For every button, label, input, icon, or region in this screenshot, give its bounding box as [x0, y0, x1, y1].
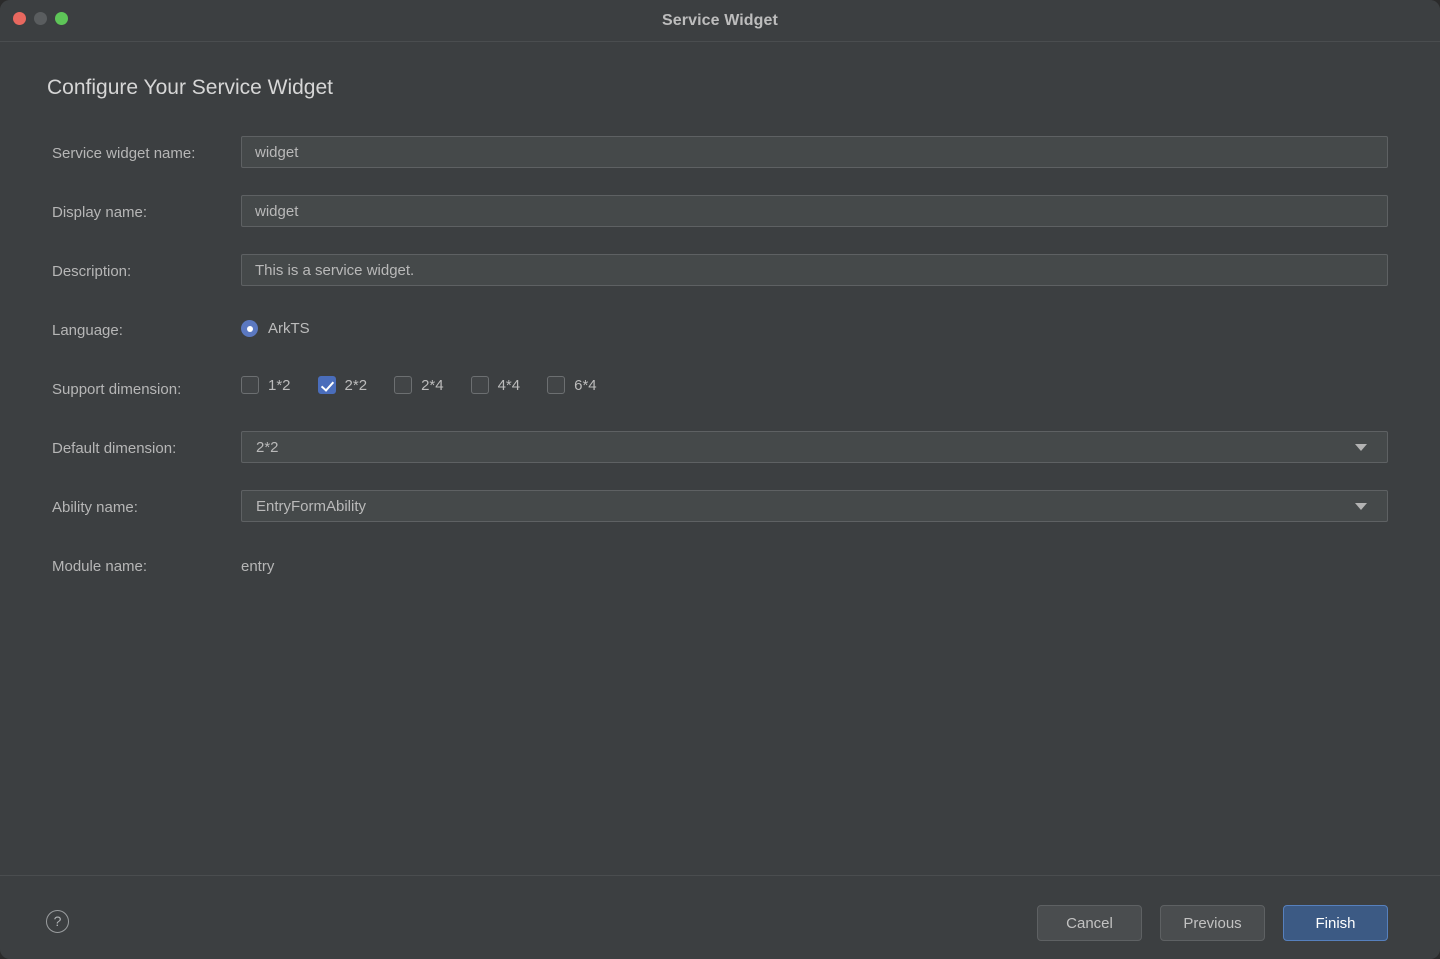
row-support-dimension: Support dimension: 1*2 2*2 2*4 4*4 6*4: [0, 365, 1440, 424]
cancel-button[interactable]: Cancel: [1037, 905, 1142, 941]
description-input[interactable]: [241, 254, 1388, 286]
checkbox-label-4x4: 4*4: [497, 376, 521, 394]
label-support-dimension: Support dimension:: [52, 381, 182, 398]
close-window-button[interactable]: [13, 12, 26, 25]
checkbox-1x2[interactable]: [241, 376, 259, 394]
checkbox-label-2x2: 2*2: [344, 376, 368, 394]
field-service-widget-name: [241, 136, 1388, 168]
minimize-window-button[interactable]: [34, 12, 47, 25]
checkbox-4x4[interactable]: [470, 376, 489, 394]
display-name-input[interactable]: [241, 195, 1388, 227]
checkbox-item-1x2[interactable]: 1*2: [241, 376, 291, 394]
row-ability-name: Ability name: EntryFormAbility: [0, 483, 1440, 542]
field-description: [241, 254, 1388, 286]
label-ability-name: Ability name:: [52, 499, 138, 516]
question-mark-icon[interactable]: ?: [46, 910, 69, 933]
label-language: Language:: [52, 322, 123, 339]
row-module-name: Module name: entry: [0, 542, 1440, 601]
radio-arkts-label: ArkTS: [268, 320, 310, 337]
checkbox-2x2[interactable]: [317, 376, 336, 394]
label-description: Description:: [52, 263, 132, 280]
row-description: Description:: [0, 247, 1440, 306]
row-language: Language: ArkTS: [0, 306, 1440, 365]
support-dimension-checkbox-group: 1*2 2*2 2*4 4*4 6*4: [241, 376, 597, 394]
dialog-content: Configure Your Service Widget Service wi…: [0, 43, 1440, 875]
module-name-value: entry: [241, 558, 275, 575]
widget-config-form: Service widget name: Display name: Descr…: [0, 129, 1440, 601]
label-default-dimension: Default dimension:: [52, 440, 177, 457]
default-dimension-value: 2*2: [256, 438, 279, 456]
checkbox-item-6x4[interactable]: 6*4: [547, 376, 597, 394]
label-module-name: Module name:: [52, 558, 148, 575]
language-radio-group: ArkTS: [241, 320, 310, 337]
service-widget-name-input[interactable]: [241, 136, 1388, 168]
finish-button[interactable]: Finish: [1283, 905, 1388, 941]
ability-name-value: EntryFormAbility: [256, 497, 367, 515]
checkbox-2x4[interactable]: [394, 376, 413, 394]
label-service-widget-name: Service widget name:: [52, 145, 196, 162]
previous-button[interactable]: Previous: [1160, 905, 1265, 941]
field-display-name: [241, 195, 1388, 227]
page-title: Configure Your Service Widget: [47, 76, 333, 99]
checkbox-item-2x4[interactable]: 2*4: [394, 376, 444, 394]
default-dimension-dropdown[interactable]: 2*2: [241, 431, 1388, 463]
dialog-footer: ? Cancel Previous Finish: [0, 875, 1440, 959]
row-display-name: Display name:: [0, 188, 1440, 247]
checkbox-label-2x4: 2*4: [421, 376, 444, 394]
label-display-name: Display name:: [52, 204, 148, 221]
chevron-down-icon: [1355, 444, 1367, 451]
field-default-dimension: 2*2: [241, 431, 1388, 463]
checkbox-item-2x2[interactable]: 2*2: [317, 376, 368, 394]
row-service-widget-name: Service widget name:: [0, 129, 1440, 188]
checkbox-label-6x4: 6*4: [574, 376, 597, 394]
footer-button-group: Cancel Previous Finish: [1037, 905, 1388, 941]
checkbox-6x4[interactable]: [547, 376, 566, 394]
checkbox-item-4x4[interactable]: 4*4: [470, 376, 521, 394]
maximize-window-button[interactable]: [55, 12, 68, 25]
row-default-dimension: Default dimension: 2*2: [0, 424, 1440, 483]
window-controls: [13, 12, 68, 25]
service-widget-dialog: Service Widget Configure Your Service Wi…: [0, 0, 1440, 959]
checkbox-label-1x2: 1*2: [268, 376, 291, 394]
radio-arkts[interactable]: [241, 320, 258, 337]
field-ability-name: EntryFormAbility: [241, 490, 1388, 522]
chevron-down-icon: [1355, 503, 1367, 510]
ability-name-dropdown[interactable]: EntryFormAbility: [241, 490, 1388, 522]
window-title: Service Widget: [662, 12, 778, 29]
window-titlebar: Service Widget: [0, 0, 1440, 42]
